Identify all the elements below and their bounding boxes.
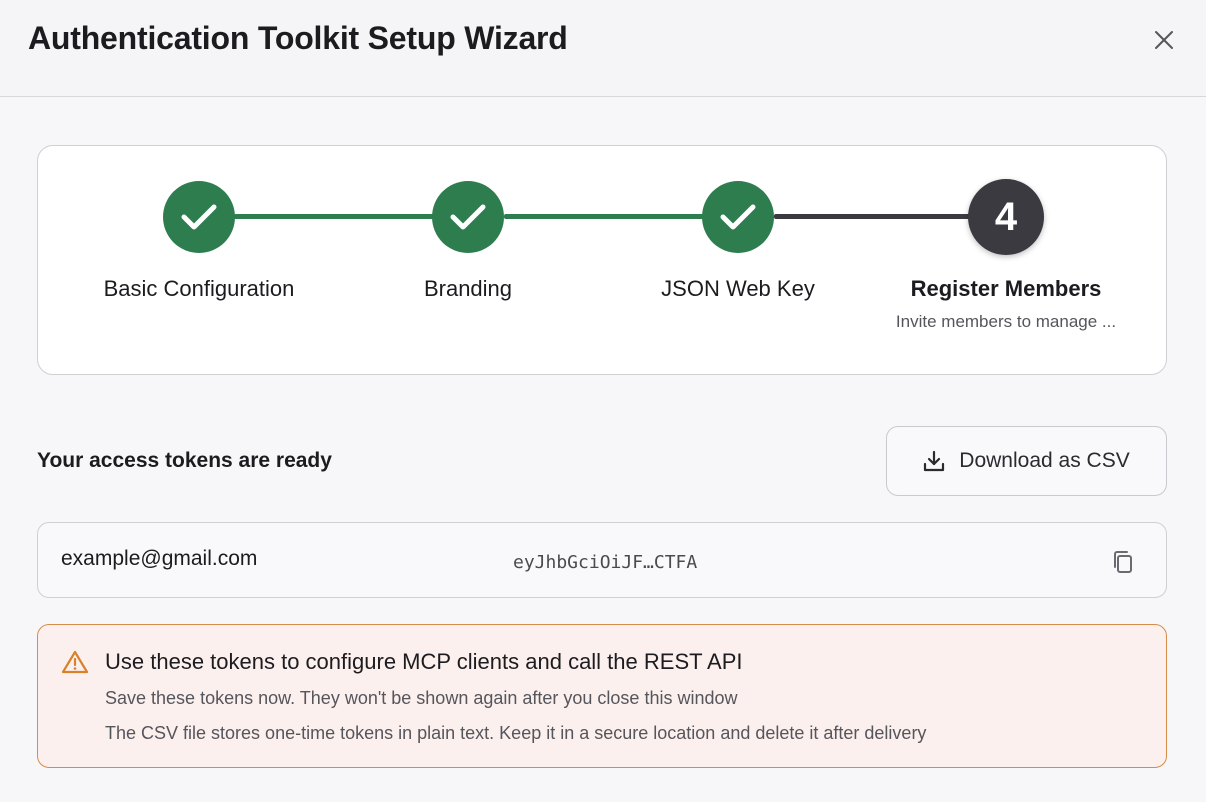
step-3-indicator — [702, 181, 774, 253]
check-icon — [450, 204, 486, 230]
check-icon — [181, 204, 217, 230]
step-2-indicator — [432, 181, 504, 253]
step-4-indicator: 4 — [968, 179, 1044, 255]
step-connector-1 — [234, 214, 434, 219]
token-value: eyJhbGciOiJF…CTFA — [513, 552, 698, 573]
warning-title: Use these tokens to configure MCP client… — [105, 649, 743, 674]
step-4-number: 4 — [994, 194, 1018, 239]
token-row: example@gmail.com eyJhbGciOiJF…CTFA — [37, 522, 1167, 598]
warning-callout: Use these tokens to configure MCP client… — [37, 624, 1167, 768]
download-csv-label: Download as CSV — [959, 449, 1130, 472]
step-4-label: Register Members — [910, 276, 1102, 301]
tokens-section-title: Your access tokens are ready — [37, 449, 332, 472]
step-2-label: Branding — [423, 276, 513, 301]
dialog-header: Authentication Toolkit Setup Wizard — [0, 0, 1206, 97]
check-icon — [720, 204, 756, 230]
warning-line-1: Save these tokens now. They won't be sho… — [105, 688, 738, 708]
step-3-label: JSON Web Key — [661, 276, 815, 301]
download-csv-button[interactable]: Download as CSV — [886, 426, 1167, 496]
close-icon — [1155, 31, 1173, 49]
warning-icon — [61, 650, 89, 674]
step-connector-2 — [504, 214, 704, 219]
download-icon — [924, 450, 945, 472]
close-button[interactable] — [1148, 24, 1180, 56]
copy-token-button[interactable] — [1108, 547, 1138, 577]
copy-icon — [1114, 551, 1132, 573]
step-4-description: Invite members to manage ... — [895, 312, 1117, 331]
step-connector-3 — [774, 214, 974, 219]
token-email: example@gmail.com — [61, 547, 258, 570]
setup-wizard-dialog: Authentication Toolkit Setup Wizard Basi… — [0, 0, 1206, 802]
step-1-indicator — [163, 181, 235, 253]
stepper: Basic Configuration Branding JSON Web Ke… — [37, 145, 1167, 375]
step-1-label: Basic Configuration — [103, 276, 295, 301]
warning-line-2: The CSV file stores one-time tokens in p… — [105, 723, 927, 743]
dialog-title: Authentication Toolkit Setup Wizard — [28, 20, 568, 56]
